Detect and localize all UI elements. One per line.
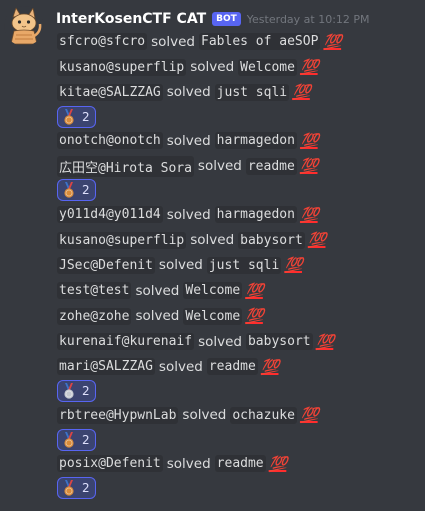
solver-name: sfcro@sfcro bbox=[57, 33, 148, 51]
solve-message: 広田空@Hirota Sora solved readme 💯 bbox=[57, 154, 417, 179]
reaction-row: 2 bbox=[57, 179, 417, 202]
hundred-points-icon: 💯 bbox=[299, 406, 319, 425]
hundred-points-icon: 💯 bbox=[315, 332, 335, 351]
solve-message: rbtree@HypwnLab solved ochazuke 💯 bbox=[57, 403, 417, 428]
solved-word: solved bbox=[182, 407, 227, 424]
solver-name: y011d4@y011d4 bbox=[57, 206, 163, 224]
solver-name: test@test bbox=[57, 282, 132, 300]
reaction-count: 2 bbox=[82, 183, 90, 198]
solved-word: solved bbox=[166, 206, 211, 223]
hundred-points-icon: 💯 bbox=[292, 83, 311, 102]
challenge-name: Welcome bbox=[183, 282, 243, 300]
solved-word: solved bbox=[158, 257, 203, 274]
solve-message: JSec@Defenit solved just sqli 💯 bbox=[57, 253, 417, 278]
bot-tag: BOT bbox=[212, 12, 241, 26]
solved-word: solved bbox=[158, 358, 203, 375]
reaction-row: 2 bbox=[57, 428, 417, 451]
challenge-name: readme bbox=[214, 455, 266, 473]
challenge-name: just sqli bbox=[206, 256, 282, 274]
reaction-button[interactable]: 2 bbox=[57, 105, 96, 128]
challenge-name: ochazuke bbox=[230, 406, 297, 424]
hundred-points-icon: 💯 bbox=[245, 281, 264, 300]
challenge-name: Fables of aeSOP bbox=[199, 33, 321, 51]
challenge-name: Welcome bbox=[183, 307, 243, 325]
silver-medal-icon bbox=[64, 383, 74, 399]
hundred-points-icon: 💯 bbox=[307, 231, 327, 250]
hundred-points-icon: 💯 bbox=[284, 256, 303, 275]
reaction-row: 2 bbox=[57, 105, 417, 128]
challenge-name: just sqli bbox=[214, 83, 290, 101]
solve-message: posix@Defenit solved readme 💯 bbox=[57, 451, 417, 476]
solve-message: kitae@SALZZAG solved just sqli 💯 bbox=[57, 80, 417, 105]
cat-avatar-icon bbox=[10, 6, 42, 45]
solved-word: solved bbox=[166, 132, 211, 149]
solver-name: 広田空@Hirota Sora bbox=[57, 155, 194, 177]
reaction-button[interactable]: 2 bbox=[57, 476, 96, 499]
solver-name: posix@Defenit bbox=[57, 455, 163, 473]
reaction-count: 2 bbox=[82, 432, 90, 447]
solve-message: onotch@onotch solved harmagedon 💯 bbox=[57, 128, 417, 153]
solved-word: solved bbox=[190, 232, 235, 249]
hundred-points-icon: 💯 bbox=[299, 58, 319, 77]
solved-word: solved bbox=[190, 59, 235, 76]
bronze-medal-icon bbox=[64, 182, 74, 199]
hundred-points-icon: 💯 bbox=[260, 357, 280, 376]
bronze-medal-icon bbox=[64, 431, 74, 448]
message-header: InterKosenCTF CAT BOT Yesterday at 10:12… bbox=[56, 9, 370, 29]
message-timestamp[interactable]: Yesterday at 10:12 PM bbox=[247, 13, 370, 26]
solve-message: test@test solved Welcome 💯 bbox=[57, 278, 417, 303]
solver-name: JSec@Defenit bbox=[57, 256, 155, 274]
bronze-medal-icon bbox=[64, 479, 74, 496]
author-username[interactable]: InterKosenCTF CAT bbox=[56, 11, 206, 27]
challenge-name: babysort bbox=[245, 333, 313, 351]
bot-avatar[interactable] bbox=[4, 6, 44, 46]
reaction-row: 2 bbox=[57, 476, 417, 499]
solved-word: solved bbox=[151, 33, 196, 50]
solver-name: onotch@onotch bbox=[57, 132, 163, 150]
challenge-name: Welcome bbox=[238, 58, 297, 76]
solver-name: zohe@zohe bbox=[57, 307, 132, 325]
solved-word: solved bbox=[197, 158, 242, 175]
message-list: sfcro@sfcro solved Fables of aeSOP 💯 kusano@… bbox=[57, 29, 417, 499]
reaction-count: 2 bbox=[82, 480, 90, 495]
challenge-name: readme bbox=[206, 358, 258, 376]
solve-message: kusano@superflip solved Welcome 💯 bbox=[57, 54, 417, 79]
solver-name: kusano@superflip bbox=[57, 231, 187, 249]
solver-name: kurenaif@kurenaif bbox=[57, 333, 195, 351]
hundred-points-icon: 💯 bbox=[299, 131, 319, 150]
solved-word: solved bbox=[166, 455, 211, 472]
hundred-points-icon: 💯 bbox=[323, 32, 342, 51]
solver-name: mari@SALZZAG bbox=[57, 358, 155, 376]
solver-name: kusano@superflip bbox=[57, 58, 187, 76]
solved-word: solved bbox=[198, 333, 242, 350]
solved-word: solved bbox=[166, 84, 211, 101]
challenge-name: babysort bbox=[238, 231, 305, 249]
solve-message: kurenaif@kurenaif solved babysort 💯 bbox=[57, 329, 417, 354]
reaction-button[interactable]: 2 bbox=[57, 380, 96, 403]
solver-name: kitae@SALZZAG bbox=[57, 83, 163, 101]
hundred-points-icon: 💯 bbox=[268, 454, 288, 473]
hundred-points-icon: 💯 bbox=[299, 205, 319, 224]
solve-message: kusano@superflip solved babysort 💯 bbox=[57, 227, 417, 252]
solved-word: solved bbox=[135, 308, 180, 325]
solve-message: mari@SALZZAG solved readme 💯 bbox=[57, 354, 417, 379]
solver-name: rbtree@HypwnLab bbox=[57, 406, 179, 424]
reaction-row: 2 bbox=[57, 380, 417, 403]
solve-message: y011d4@y011d4 solved harmagedon 💯 bbox=[57, 202, 417, 227]
reaction-count: 2 bbox=[82, 109, 90, 124]
challenge-name: harmagedon bbox=[214, 132, 297, 150]
solved-word: solved bbox=[135, 282, 180, 299]
hundred-points-icon: 💯 bbox=[299, 157, 319, 176]
solve-message: zohe@zohe solved Welcome 💯 bbox=[57, 304, 417, 329]
reaction-count: 2 bbox=[82, 384, 90, 399]
challenge-name: harmagedon bbox=[214, 206, 297, 224]
reaction-button[interactable]: 2 bbox=[57, 179, 96, 202]
hundred-points-icon: 💯 bbox=[245, 307, 264, 326]
solve-message: sfcro@sfcro solved Fables of aeSOP 💯 bbox=[57, 29, 417, 54]
challenge-name: readme bbox=[245, 157, 297, 175]
bronze-medal-icon bbox=[64, 108, 74, 125]
reaction-button[interactable]: 2 bbox=[57, 428, 96, 451]
